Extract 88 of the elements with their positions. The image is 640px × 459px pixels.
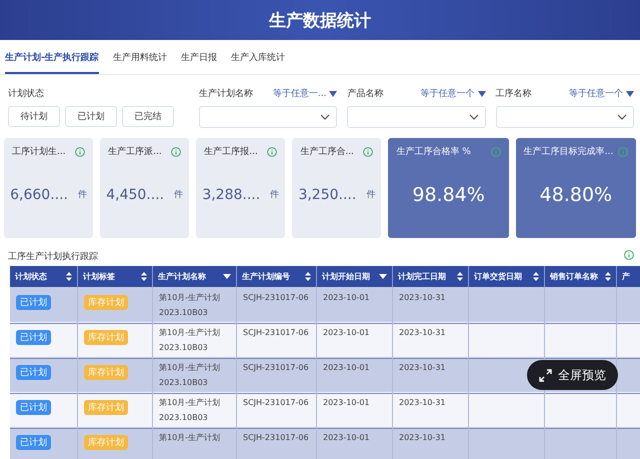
table-cell-text: 第10月-生产计划 2023.10B03 <box>159 327 222 354</box>
tab[interactable]: 生产入库统计 <box>230 51 285 74</box>
sort-icon <box>305 272 311 281</box>
info-icon <box>363 146 374 156</box>
tag-badge: 库存计划 <box>84 435 128 450</box>
operator-dropdown[interactable]: 等于任意一个 <box>420 87 486 100</box>
table-cell-text: 2023-10-31 <box>399 362 446 374</box>
caret-icon <box>223 274 231 279</box>
chevron-down-icon <box>616 114 627 120</box>
tab[interactable]: 生产用料统计 <box>112 51 167 74</box>
table-cell-text: 2023-10-31 <box>399 327 446 339</box>
chevron-down-icon <box>320 114 330 120</box>
sort-icon <box>141 272 147 281</box>
status-badge: 已计划 <box>16 400 51 415</box>
info-icon <box>618 146 628 156</box>
info-icon <box>490 146 501 156</box>
chevron-down-icon <box>468 114 479 120</box>
info-icon <box>75 146 86 156</box>
table-cell-text: 2023-10-31 <box>399 432 446 444</box>
tab[interactable]: 生产日报 <box>180 51 217 74</box>
status-badge: 已计划 <box>16 365 51 380</box>
expand-icon <box>539 368 552 382</box>
select-field[interactable] <box>496 106 634 128</box>
table-cell-text: 2023-10-01 <box>323 397 370 409</box>
unit-label: 件 <box>270 188 280 201</box>
operator-dropdown[interactable]: 等于任意一... <box>272 87 338 100</box>
table-cell-text: 2023-10-31 <box>399 397 446 409</box>
table-cell-text: SCJH-231017-06 <box>243 327 310 339</box>
status-badge: 已计划 <box>16 295 51 310</box>
sort-icon <box>66 272 72 281</box>
status-option-button[interactable]: 待计划 <box>8 106 60 127</box>
table-cell-text: SCJH-231017-06 <box>243 362 310 374</box>
tab[interactable]: 生产计划-生产执行跟踪 <box>5 51 99 74</box>
tag-badge: 库存计划 <box>84 400 128 415</box>
tag-badge: 库存计划 <box>84 365 128 380</box>
status-badge: 已计划 <box>16 435 51 450</box>
select-field[interactable] <box>347 106 486 128</box>
card-title: 生产工序合格率 % <box>396 146 471 158</box>
info-icon <box>624 250 634 260</box>
table-cell-text: 2023-10-01 <box>323 362 370 374</box>
operator-dropdown[interactable]: 等于任意一个 <box>568 87 634 100</box>
caret-icon <box>626 90 634 96</box>
sort-icon <box>457 272 463 281</box>
table-cell-text: 第10月-生产计划 2023.10B03 <box>159 362 222 389</box>
unit-label: 件 <box>78 188 87 201</box>
tag-badge: 库存计划 <box>84 330 128 345</box>
select-field[interactable] <box>199 106 338 128</box>
card-title: 生产工序合... <box>300 146 354 158</box>
table-cell-text: 第10月-生产计划 2023.10B03 <box>159 292 222 319</box>
stat-value: 3,250.... <box>298 186 356 202</box>
table-cell-text: SCJH-231017-06 <box>243 397 310 409</box>
status-option-button[interactable]: 已完结 <box>122 106 174 127</box>
unit-label: 件 <box>174 188 184 201</box>
table-cell-text: SCJH-231017-06 <box>243 432 310 444</box>
unit-label: 件 <box>366 188 376 201</box>
stat-value: 4,450.... <box>106 186 164 202</box>
card-title: 生产工序派... <box>108 146 162 158</box>
filter-label: 生产计划名称 <box>199 88 254 100</box>
filter-label: 计划状态 <box>8 88 45 100</box>
stat-value: 48.80% <box>540 184 612 206</box>
stat-value: 3,288.... <box>202 186 260 202</box>
caret-icon <box>379 274 387 279</box>
stat-value: 98.84% <box>412 184 485 206</box>
card-title: 生产工序目标完成率... <box>524 146 614 158</box>
filter-label: 工序名称 <box>496 88 532 100</box>
table-cell-text: 2023-10-01 <box>323 327 370 339</box>
table-cell-text: 第10月-生产计划 <box>159 432 222 444</box>
page-title: 生产数据统计 <box>269 10 371 32</box>
caret-icon <box>329 90 338 96</box>
table-cell-text: 2023-10-01 <box>323 432 370 444</box>
status-option-button[interactable]: 已计划 <box>65 106 117 127</box>
table-cell-text: 2023-10-01 <box>323 292 370 304</box>
info-icon <box>267 146 278 156</box>
table-cell-text: 第10月-生产计划 2023.10B03 <box>159 397 222 424</box>
sort-icon <box>533 272 539 281</box>
card-title: 工序计划生... <box>12 146 66 158</box>
filter-label: 产品名称 <box>347 88 384 100</box>
section-title: 工序生产计划执行跟踪 <box>8 250 98 263</box>
info-icon <box>171 146 182 156</box>
caret-icon <box>478 90 486 96</box>
tag-badge: 库存计划 <box>84 295 128 310</box>
status-badge: 已计划 <box>16 330 51 345</box>
card-title: 生产工序报... <box>204 146 258 158</box>
table-cell-text: 2023-10-31 <box>399 292 446 304</box>
stat-value: 6,660.... <box>10 186 68 202</box>
table-cell-text: SCJH-231017-06 <box>243 292 310 304</box>
fullscreen-button[interactable]: 全屏预览 <box>527 360 618 390</box>
sort-icon <box>605 272 611 281</box>
